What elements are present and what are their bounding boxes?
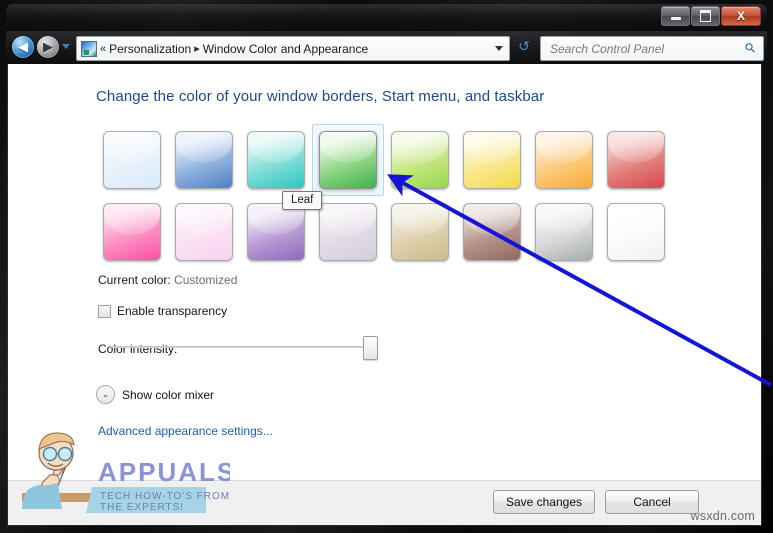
swatch-fill <box>247 203 305 261</box>
window-controls: X <box>661 6 761 26</box>
maximize-button[interactable] <box>691 6 720 26</box>
current-color-value: Customized <box>174 273 238 287</box>
breadcrumb-overflow-icon[interactable]: « <box>100 43 106 55</box>
search-icon: ⚲ <box>742 39 760 58</box>
enable-transparency-row[interactable]: Enable transparency <box>98 304 227 318</box>
minimize-button[interactable] <box>661 6 690 26</box>
back-button[interactable]: ◀ <box>12 36 34 58</box>
current-color-label: Current color: <box>98 273 171 287</box>
swatch-fill <box>607 203 665 261</box>
navigation-bar: ◀ ▶ « Personalization ▸ Window Color and… <box>6 31 767 64</box>
enable-transparency-checkbox[interactable] <box>98 304 111 318</box>
page-title: Change the color of your window borders,… <box>96 88 545 105</box>
color-swatch-grid <box>96 124 696 268</box>
control-panel-icon <box>81 40 97 57</box>
search-box[interactable]: ⚲ <box>540 36 764 61</box>
slider-thumb[interactable] <box>363 336 378 360</box>
swatch-fill <box>535 203 593 261</box>
cancel-button[interactable]: Cancel <box>605 490 699 514</box>
color-intensity-slider[interactable] <box>111 336 378 360</box>
swatch-fill <box>247 131 305 189</box>
desktop-background: X ◀ ▶ « Personalization ▸ Window Color a… <box>0 0 773 533</box>
color-swatch-ruby[interactable] <box>600 124 672 196</box>
enable-transparency-label: Enable transparency <box>117 304 228 318</box>
current-color-row: Current color: Customized <box>98 273 237 287</box>
swatch-fill <box>607 131 665 189</box>
color-swatch-leaf[interactable] <box>312 124 384 196</box>
swatch-fill <box>463 203 521 261</box>
close-button[interactable]: X <box>721 6 761 26</box>
swatch-fill <box>391 203 449 261</box>
history-dropdown-icon[interactable] <box>62 44 70 49</box>
close-icon: X <box>736 9 745 23</box>
forward-arrow-icon: ▶ <box>43 39 53 55</box>
refresh-button[interactable]: ↺ <box>514 38 534 57</box>
color-swatch-pink[interactable] <box>96 196 168 268</box>
breadcrumb-separator-icon: ▸ <box>194 43 200 55</box>
color-swatch-chocolate[interactable] <box>456 196 528 268</box>
swatch-fill <box>319 203 377 261</box>
color-swatch-sunset[interactable] <box>528 124 600 196</box>
color-swatch-taupe[interactable] <box>384 196 456 268</box>
swatch-row <box>96 124 696 196</box>
back-arrow-icon: ◀ <box>18 39 28 55</box>
swatch-fill <box>463 131 521 189</box>
color-swatch-frost[interactable] <box>168 196 240 268</box>
color-swatch-twilight[interactable] <box>168 124 240 196</box>
address-bar[interactable]: « Personalization ▸ Window Color and App… <box>76 36 510 61</box>
save-changes-button[interactable]: Save changes <box>492 490 595 514</box>
color-swatch-sky[interactable] <box>96 124 168 196</box>
color-swatch-lavender[interactable] <box>312 196 384 268</box>
advanced-appearance-settings-link[interactable]: Advanced appearance settings... <box>98 424 273 438</box>
color-swatch-slate[interactable] <box>528 196 600 268</box>
swatch-fill <box>535 131 593 189</box>
show-color-mixer-toggle[interactable]: ⌄ Show color mixer <box>96 385 214 404</box>
swatch-fill <box>319 131 377 189</box>
breadcrumb-window-color[interactable]: Window Color and Appearance <box>203 42 368 56</box>
window-titlebar: X <box>6 4 767 31</box>
window-client-area: Change the color of your window borders,… <box>7 64 762 526</box>
breadcrumb-personalization[interactable]: Personalization <box>109 42 191 56</box>
refresh-icon: ↺ <box>518 39 530 55</box>
address-dropdown-icon[interactable] <box>495 46 503 51</box>
forward-button[interactable]: ▶ <box>37 36 59 58</box>
chevron-down-icon[interactable]: ⌄ <box>96 385 115 404</box>
color-swatch-pearl[interactable] <box>600 196 672 268</box>
swatch-fill <box>175 131 233 189</box>
maximize-icon <box>700 10 711 22</box>
control-panel-window: X ◀ ▶ « Personalization ▸ Window Color a… <box>6 4 767 528</box>
chevron-glyph: ⌄ <box>101 389 110 400</box>
show-color-mixer-label: Show color mixer <box>122 387 215 402</box>
site-watermark: wsxdn.com <box>690 509 755 523</box>
minimize-icon <box>670 17 681 20</box>
swatch-row <box>96 196 696 268</box>
footer-button-group: Save changes Cancel <box>492 490 699 514</box>
search-input[interactable] <box>548 40 734 57</box>
swatch-fill <box>103 131 161 189</box>
color-swatch-sea[interactable] <box>240 124 312 196</box>
swatch-fill <box>103 203 161 261</box>
swatch-fill <box>175 203 233 261</box>
color-swatch-lime[interactable] <box>384 124 456 196</box>
swatch-tooltip: Leaf <box>282 191 323 210</box>
color-swatch-sun[interactable] <box>456 124 528 196</box>
slider-track[interactable] <box>111 346 376 348</box>
swatch-fill <box>391 131 449 189</box>
dialog-footer: Save changes Cancel wsxdn.com <box>8 480 761 525</box>
